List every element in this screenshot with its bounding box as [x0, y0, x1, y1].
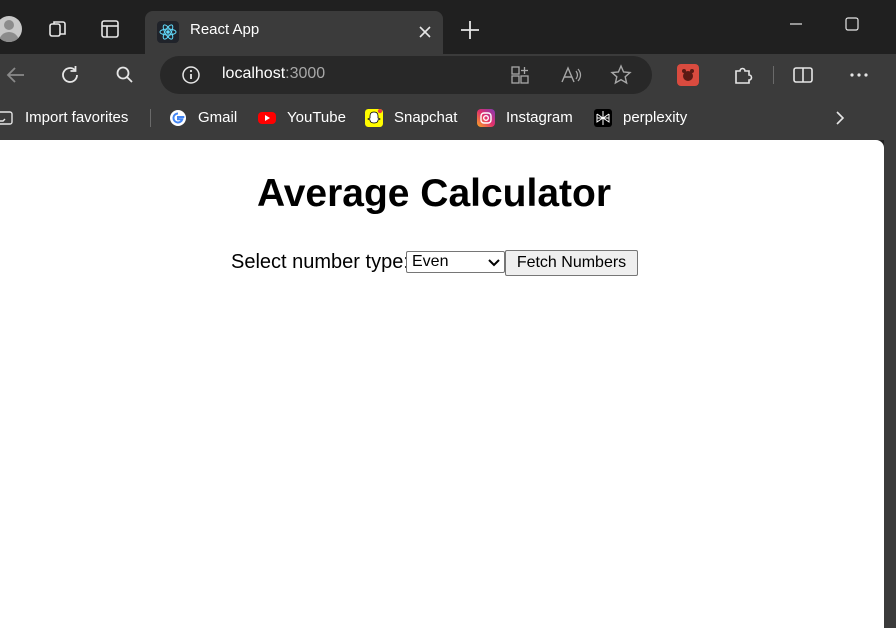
- maximize-icon[interactable]: [842, 14, 862, 34]
- select-value: Even: [412, 253, 449, 270]
- number-type-select[interactable]: Even: [406, 251, 505, 273]
- search-icon[interactable]: [113, 63, 137, 87]
- extensions-puzzle-icon[interactable]: [731, 63, 755, 87]
- react-icon: [157, 21, 179, 43]
- workspaces-icon[interactable]: [47, 18, 69, 40]
- google-icon: [170, 110, 186, 126]
- tab-strip: React App: [0, 0, 896, 54]
- select-label: Select number type:: [231, 251, 409, 273]
- site-info-icon[interactable]: [181, 65, 201, 85]
- vertical-tabs-icon[interactable]: [99, 18, 121, 40]
- tab-react-app[interactable]: React App: [145, 11, 443, 54]
- chevron-down-icon: [488, 259, 500, 267]
- favorite-import-favorites[interactable]: Import favorites: [0, 108, 136, 128]
- close-tab-icon[interactable]: [417, 24, 433, 40]
- favorite-youtube[interactable]: YouTube: [258, 108, 350, 128]
- apps-icon[interactable]: [510, 65, 530, 85]
- extension-icon[interactable]: [677, 64, 699, 86]
- navigation-toolbar: localhost:3000: [0, 54, 896, 96]
- snapchat-icon: [365, 109, 383, 127]
- favorite-instagram[interactable]: Instagram: [477, 108, 577, 128]
- back-icon[interactable]: [4, 63, 28, 87]
- window-edge: [884, 140, 896, 628]
- web-page-content: Average Calculator Select number type: E…: [0, 140, 884, 628]
- favorite-gmail[interactable]: Gmail: [169, 108, 244, 128]
- more-options-icon[interactable]: [847, 63, 871, 87]
- favorite-star-icon[interactable]: [610, 64, 632, 86]
- instagram-icon: [477, 109, 495, 127]
- profile-avatar[interactable]: [0, 16, 22, 42]
- tab-title: React App: [190, 21, 260, 38]
- new-tab-icon[interactable]: [459, 19, 481, 41]
- page-heading: Average Calculator: [256, 172, 612, 215]
- favorites-separator: [150, 109, 151, 127]
- fetch-numbers-button[interactable]: Fetch Numbers: [505, 250, 638, 276]
- split-screen-icon[interactable]: [791, 63, 815, 87]
- favorite-snapchat[interactable]: Snapchat: [365, 108, 461, 128]
- youtube-icon: [258, 112, 276, 124]
- import-favorites-icon: [0, 111, 13, 125]
- chevron-right-icon[interactable]: [831, 109, 849, 127]
- address-bar[interactable]: localhost:3000: [160, 56, 652, 94]
- perplexity-icon: [594, 109, 612, 127]
- minimize-icon[interactable]: [786, 14, 806, 34]
- refresh-icon[interactable]: [58, 63, 82, 87]
- read-aloud-icon[interactable]: [560, 65, 582, 85]
- favorites-bar: Import favorites Gmail YouTube Snapchat: [0, 96, 896, 140]
- browser-window: React App localhost:3000 Import favorite…: [0, 0, 896, 628]
- url-text: localhost:3000: [222, 65, 326, 82]
- favorite-perplexity[interactable]: perplexity: [594, 108, 694, 128]
- toolbar-separator: [773, 66, 774, 84]
